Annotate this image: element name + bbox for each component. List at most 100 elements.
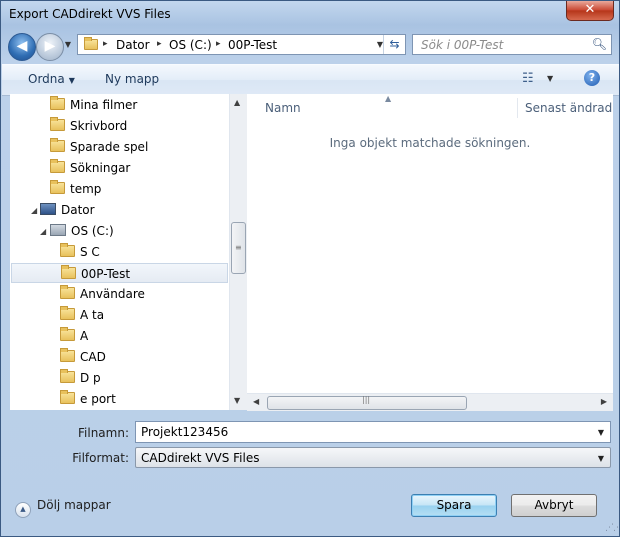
- tree-item-label: D p: [80, 371, 101, 385]
- search-icon[interactable]: 🔍︎: [592, 37, 607, 51]
- folder-icon: [50, 138, 65, 152]
- folder-icon: [60, 369, 75, 383]
- view-options-icon[interactable]: ☷: [522, 71, 534, 86]
- tree-item-dator[interactable]: Dator: [40, 200, 95, 220]
- hide-folders-label: Dölj mappar: [37, 498, 111, 512]
- tree-item-anvandare[interactable]: Användare: [60, 284, 145, 304]
- tree-item-os-c[interactable]: OS (C:): [50, 221, 114, 241]
- tree-item-label: Dator: [61, 203, 95, 217]
- file-list[interactable]: ▲ Namn Senast ändrad Inga objekt matchad…: [247, 94, 613, 411]
- close-button[interactable]: ✕: [566, 1, 614, 21]
- grip-icon: ≡: [235, 243, 242, 252]
- folder-icon: [50, 180, 65, 194]
- grip-icon: |||: [362, 395, 371, 404]
- breadcrumb-arrow-icon[interactable]: ▸: [157, 39, 162, 49]
- tree-item-label: Sökningar: [70, 161, 131, 175]
- tree-item-cad[interactable]: CAD: [60, 347, 106, 367]
- search-placeholder: Sök i 00P-Test: [421, 38, 504, 52]
- folder-icon: [60, 348, 75, 362]
- navigation-pane[interactable]: Mina filmer Skrivbord Sparade spel Sökni…: [10, 94, 247, 410]
- search-box[interactable]: Sök i 00P-Test 🔍︎: [412, 34, 612, 55]
- empty-message: Inga objekt matchade sökningen.: [329, 136, 531, 150]
- window-title: Export CADdirekt VVS Files: [9, 7, 171, 21]
- tree-item-label: A ta: [80, 308, 105, 322]
- tree-item-folder[interactable]: A: [60, 326, 88, 346]
- expand-arrow-icon[interactable]: ◢: [40, 227, 46, 236]
- navigation-scrollbar[interactable]: ▲ ≡ ▼: [229, 94, 247, 410]
- breadcrumb-arrow-icon[interactable]: ▸: [103, 39, 108, 49]
- search-folder-icon: [50, 159, 65, 173]
- scroll-down-icon[interactable]: ▼: [234, 396, 240, 405]
- resize-grip-icon[interactable]: ⋰⋰: [605, 523, 620, 533]
- scroll-up-icon[interactable]: ▲: [234, 98, 240, 107]
- view-dropdown-icon[interactable]: ▼: [547, 74, 553, 83]
- tree-item-label: Sparade spel: [70, 140, 149, 154]
- export-dialog: Export CADdirekt VVS Files ✕ ◀ ▶ ▼ ▸ Dat…: [0, 0, 620, 537]
- folder-icon: [84, 37, 98, 50]
- breadcrumb-00p-test[interactable]: 00P-Test: [228, 38, 277, 52]
- tree-item-folder[interactable]: A ta: [60, 305, 104, 325]
- back-button[interactable]: ◀: [8, 33, 36, 61]
- scroll-right-icon[interactable]: ▶: [601, 397, 607, 406]
- folder-icon: [60, 285, 75, 299]
- file-format-select[interactable]: CADdirekt VVS Files ▼: [135, 447, 611, 468]
- filename-value: Projekt123456: [141, 425, 229, 439]
- save-button[interactable]: Spara: [411, 494, 497, 517]
- chevron-down-icon: ▼: [68, 76, 75, 85]
- computer-icon: [40, 203, 56, 215]
- organize-label: Ordna: [28, 72, 65, 86]
- chevron-down-icon[interactable]: ▼: [598, 454, 604, 463]
- tree-item-label: temp: [70, 182, 102, 196]
- tree-item-skrivbord[interactable]: Skrivbord: [50, 116, 127, 136]
- folder-icon: [60, 390, 75, 404]
- folder-icon: [61, 265, 76, 279]
- tree-item-label: Mina filmer: [70, 98, 138, 112]
- tree-item-label: e port: [80, 392, 116, 406]
- column-header-name[interactable]: Namn: [265, 101, 301, 115]
- tree-item-temp[interactable]: temp: [50, 179, 101, 199]
- tree-item-label: A: [80, 329, 89, 343]
- horizontal-scrollbar[interactable]: ◀ ||| ▶: [247, 393, 613, 411]
- scrollbar-thumb[interactable]: ≡: [231, 222, 246, 274]
- chevron-up-icon: ▲: [15, 502, 31, 518]
- tree-item-label: S C: [80, 245, 100, 259]
- folder-icon: [50, 117, 65, 131]
- tree-item-00p-test[interactable]: 00P-Test: [11, 263, 228, 283]
- tree-item-sokningar[interactable]: Sökningar: [50, 158, 130, 178]
- new-folder-button[interactable]: Ny mapp: [105, 72, 159, 86]
- chevron-down-icon[interactable]: ▼: [598, 428, 604, 437]
- scroll-left-icon[interactable]: ◀: [253, 397, 259, 406]
- command-toolbar: Ordna ▼ Ny mapp ☷ ▼ ?: [2, 64, 619, 96]
- hide-folders-toggle[interactable]: ▲ Dölj mappar: [15, 498, 111, 518]
- breadcrumb-dator[interactable]: Dator: [116, 38, 150, 52]
- cancel-button[interactable]: Avbryt: [511, 494, 597, 517]
- expand-arrow-icon[interactable]: ◢: [31, 206, 37, 215]
- recent-locations-chevron-icon[interactable]: ▼: [63, 39, 73, 51]
- breadcrumb-arrow-icon[interactable]: ▸: [216, 39, 221, 49]
- tree-item-folder[interactable]: e port: [60, 389, 116, 409]
- format-label: Filformat:: [72, 451, 129, 465]
- tree-item-label: Användare: [80, 287, 145, 301]
- breadcrumb-os-c[interactable]: OS (C:): [169, 38, 212, 52]
- tree-item-label: Skrivbord: [70, 119, 128, 133]
- help-button[interactable]: ?: [584, 70, 600, 86]
- filename-label: Filnamn:: [78, 426, 129, 440]
- folder-icon: [50, 96, 65, 110]
- forward-button[interactable]: ▶: [36, 33, 64, 61]
- tree-item-label: OS (C:): [71, 224, 114, 238]
- column-divider[interactable]: [517, 98, 518, 118]
- sort-caret-icon: ▲: [385, 94, 392, 103]
- folder-icon: [60, 327, 75, 341]
- column-header-modified[interactable]: Senast ändrad: [525, 101, 612, 115]
- tree-item-mina-filmer[interactable]: Mina filmer: [50, 95, 137, 115]
- tree-item-sparade-spel[interactable]: Sparade spel: [50, 137, 148, 157]
- address-bar[interactable]: ▸ Dator ▸ OS (C:) ▸ 00P-Test ▼ ⇆: [77, 34, 406, 55]
- filename-input[interactable]: Projekt123456 ▼: [135, 421, 611, 443]
- organize-button[interactable]: Ordna ▼: [28, 72, 75, 86]
- scrollbar-thumb[interactable]: |||: [267, 395, 467, 410]
- refresh-icon[interactable]: ⇆: [383, 35, 405, 54]
- drive-icon: [50, 224, 66, 236]
- tree-item-folder[interactable]: S C: [60, 242, 100, 262]
- folder-icon: [60, 243, 75, 257]
- tree-item-folder[interactable]: D p: [60, 368, 101, 388]
